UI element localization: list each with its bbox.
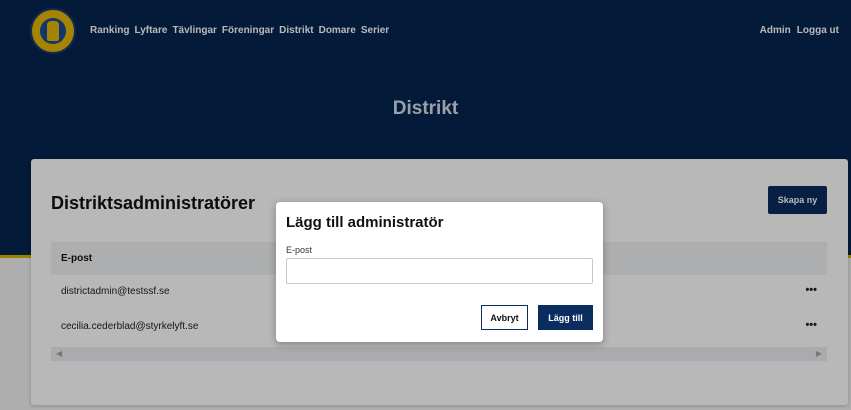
email-field[interactable] xyxy=(286,258,593,284)
add-admin-dialog: Lägg till administratör E-post Avbryt Lä… xyxy=(276,202,603,342)
dialog-title: Lägg till administratör xyxy=(286,214,444,231)
email-field-label: E-post xyxy=(286,245,313,255)
add-button[interactable]: Lägg till xyxy=(538,305,593,330)
cancel-button[interactable]: Avbryt xyxy=(481,305,528,330)
